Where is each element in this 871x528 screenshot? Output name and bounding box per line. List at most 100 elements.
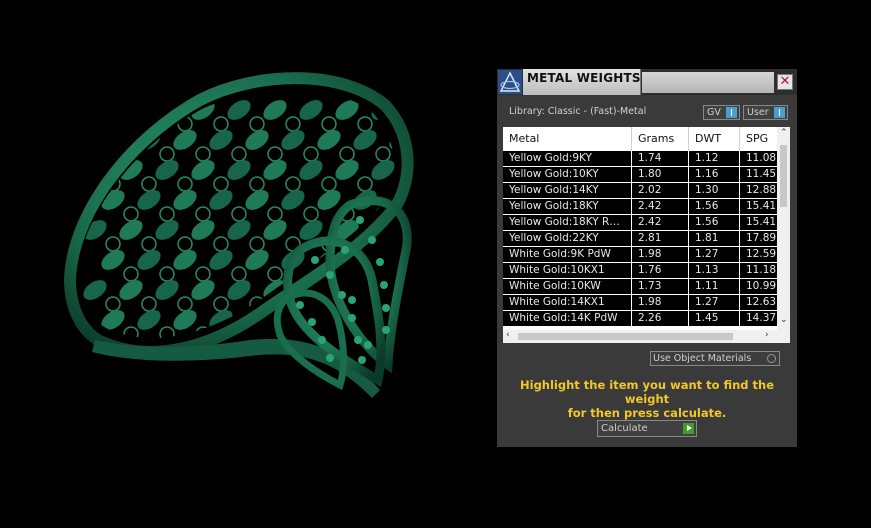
cell-spg: 17.89 <box>746 232 777 244</box>
marquise-leaf <box>155 280 179 300</box>
chain-link <box>195 206 211 222</box>
bead <box>354 336 362 344</box>
marquise-leaf <box>137 190 161 210</box>
chain-link <box>159 266 175 282</box>
marquise-leaf <box>83 100 107 120</box>
horizontal-scroll-thumb[interactable] <box>518 333 733 340</box>
chevron-up-icon[interactable]: ⌃ <box>780 128 788 138</box>
table-row[interactable]: White Gold:14KX1 1.98 1.27 12.63 <box>503 295 777 311</box>
metal-weights-panel: METAL WEIGHTS ✕ Library: Classic - (Fast… <box>497 69 797 447</box>
chain-link <box>267 206 283 222</box>
chain-link <box>394 357 408 371</box>
marquise-leaf <box>281 130 305 150</box>
marquise-leaf <box>263 160 287 180</box>
chain-link <box>412 147 426 161</box>
table-row[interactable]: White Gold:9K PdW 1.98 1.27 12.59 <box>503 247 777 263</box>
marquise-leaf <box>335 100 359 120</box>
chain-link <box>357 296 373 312</box>
gv-toggle-label: GV <box>707 107 721 118</box>
table-row[interactable]: White Gold:14K PdW 2.26 1.45 14.37 <box>503 311 777 327</box>
cell-grams: 2.42 <box>632 215 689 230</box>
marquise-leaf <box>353 130 377 150</box>
chain-link <box>321 176 337 192</box>
library-label: Library: Classic - (Fast)-Metal <box>509 106 647 117</box>
chain-link <box>285 176 301 192</box>
bead <box>338 291 346 299</box>
user-toggle-label: User <box>747 107 769 118</box>
table-row[interactable]: White Gold:10KX1 1.76 1.13 11.18 <box>503 263 777 279</box>
close-button[interactable]: ✕ <box>777 74 793 90</box>
cell-metal: White Gold:9K PdW <box>503 247 632 262</box>
chain-link <box>213 236 229 252</box>
marquise-leaf <box>317 130 341 150</box>
chain-link <box>231 266 247 282</box>
table-row[interactable]: Yellow Gold:18KY 2.42 1.56 15.41 <box>503 199 777 215</box>
cell-metal: Yellow Gold:14KY <box>503 183 632 198</box>
table-row[interactable]: Yellow Gold:10KY 1.80 1.16 11.45 <box>503 167 777 183</box>
bead <box>358 356 366 364</box>
marquise-leaf <box>191 160 215 180</box>
marquise-leaf <box>191 280 215 300</box>
marquise-leaf <box>263 100 287 120</box>
gv-toggle[interactable]: GV <box>703 105 740 120</box>
column-header-grams[interactable]: Grams <box>632 127 689 151</box>
cell-grams: 1.73 <box>632 279 689 294</box>
column-header-metal[interactable]: Metal <box>503 127 632 151</box>
vertical-scroll-thumb[interactable] <box>780 145 787 207</box>
chain-link <box>267 146 283 162</box>
cell-metal: Yellow Gold:10KY <box>503 167 632 182</box>
chevron-down-icon[interactable]: ⌄ <box>780 315 788 325</box>
cell-dwt: 1.45 <box>689 311 740 326</box>
marquise-leaf <box>119 220 143 240</box>
table-row[interactable]: Yellow Gold:22KY 2.81 1.81 17.89 <box>503 231 777 247</box>
instruction-text: Highlight the item you want to find the … <box>507 378 787 420</box>
chain-link <box>141 176 157 192</box>
marquise-leaf <box>191 220 215 240</box>
bead <box>308 318 316 326</box>
table-row[interactable]: Yellow Gold:9KY 1.74 1.12 11.08 <box>503 151 777 167</box>
chain-link <box>159 146 175 162</box>
cell-metal: Yellow Gold:22KY <box>503 231 632 246</box>
horizontal-scrollbar[interactable]: ‹ › <box>503 330 777 343</box>
3d-viewport[interactable] <box>0 0 495 524</box>
calculate-button[interactable]: Calculate <box>597 420 697 437</box>
radio-icon[interactable] <box>767 354 776 363</box>
cell-spg: 14.37 <box>746 312 777 324</box>
cell-dwt: 1.30 <box>689 183 740 198</box>
app-logo-icon <box>498 70 522 94</box>
marquise-leaf <box>299 100 323 120</box>
cell-dwt: 1.56 <box>689 215 740 230</box>
column-header-dwt[interactable]: DWT <box>689 127 740 151</box>
chain-link <box>213 296 229 312</box>
use-object-materials-option[interactable]: Use Object Materials <box>650 351 780 366</box>
marquise-leaf <box>119 280 143 300</box>
close-icon: ✕ <box>779 74 791 89</box>
user-toggle[interactable]: User <box>743 105 788 120</box>
cell-dwt: 1.13 <box>689 263 740 278</box>
chain-link <box>357 116 373 132</box>
chevron-left-icon[interactable]: ‹ <box>506 330 510 340</box>
toggle-switch-icon <box>774 107 785 118</box>
table-row[interactable]: Yellow Gold:14KY 2.02 1.30 12.88 <box>503 183 777 199</box>
marquise-leaf <box>173 310 197 330</box>
chain-link <box>106 357 120 371</box>
chain-link <box>303 146 319 162</box>
table-row[interactable]: Yellow Gold:18KY R… 2.42 1.56 15.41 <box>503 215 777 231</box>
marquise-leaf <box>137 250 161 270</box>
marquise-leaf <box>227 160 251 180</box>
cell-metal: Yellow Gold:9KY <box>503 151 632 166</box>
bead <box>382 326 390 334</box>
vertical-scrollbar[interactable]: ⌃ ⌄ <box>777 127 790 330</box>
table-row[interactable]: White Gold:10KW 1.73 1.11 10.99 <box>503 279 777 295</box>
column-header-spg[interactable]: SPG <box>740 127 777 151</box>
bead <box>356 216 364 224</box>
marquise-leaf <box>335 160 359 180</box>
bead <box>318 336 326 344</box>
bead <box>326 354 334 362</box>
metal-table: Metal Grams DWT SPG Yellow Gold:9KY 1.74 1… <box>503 127 790 343</box>
panel-titlebar[interactable]: METAL WEIGHTS ✕ <box>497 69 797 95</box>
chain-link <box>213 116 229 132</box>
chevron-right-icon[interactable]: › <box>765 330 769 340</box>
use-object-materials-label: Use Object Materials <box>653 353 752 364</box>
marquise-leaf <box>263 220 287 240</box>
